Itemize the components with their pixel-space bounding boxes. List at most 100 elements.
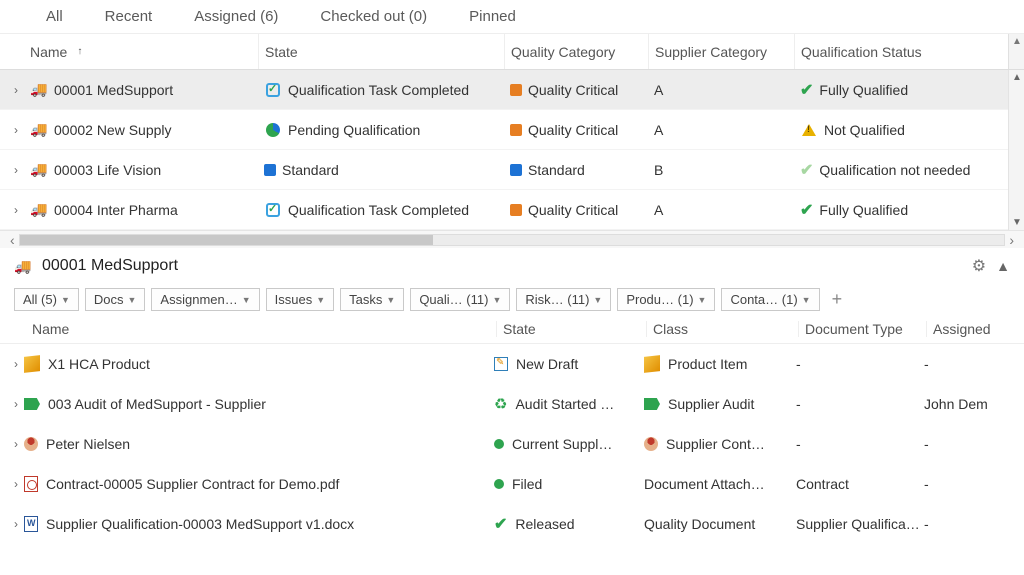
col-name[interactable]: Name ↑ xyxy=(24,34,258,69)
scroll-up-icon: ▲ xyxy=(1012,72,1022,83)
supplier-state: Qualification Task Completed xyxy=(288,82,469,98)
subtab-qualifications[interactable]: Quali… (11)▼ xyxy=(410,288,510,311)
scrollbar-thumb[interactable] xyxy=(20,235,434,245)
item-name: Supplier Qualification-00003 MedSupport … xyxy=(46,516,354,532)
expand-icon[interactable]: › xyxy=(8,437,24,451)
scroll-right-icon[interactable]: › xyxy=(1005,232,1018,248)
qualification-status: Fully Qualified xyxy=(819,82,908,98)
subtab-products[interactable]: Produ… (1)▼ xyxy=(617,288,715,311)
col-supplier-category[interactable]: Supplier Category xyxy=(648,34,794,69)
expand-icon[interactable]: › xyxy=(8,397,24,411)
detail-header: 🚚 00001 MedSupport ⚙ ▲ xyxy=(0,248,1024,284)
col-assigned[interactable]: Assigned xyxy=(926,321,1006,337)
tab-recent[interactable]: Recent xyxy=(105,8,153,25)
item-name: 003 Audit of MedSupport - Supplier xyxy=(48,396,266,412)
subtab-docs[interactable]: Docs▼ xyxy=(85,288,146,311)
qualification-status: Not Qualified xyxy=(824,122,905,138)
tab-checked-out[interactable]: Checked out (0) xyxy=(320,8,427,25)
chevron-down-icon: ▼ xyxy=(242,295,251,305)
status-icon: ✔ xyxy=(800,160,813,180)
expand-icon[interactable]: › xyxy=(8,83,24,97)
detail-sub-tabs: All (5)▼ Docs▼ Assignmen…▼ Issues▼ Tasks… xyxy=(0,284,1024,315)
col-quality-category[interactable]: Quality Category xyxy=(504,34,648,69)
supplier-row[interactable]: › 🚚00004 Inter Pharma Qualification Task… xyxy=(0,190,1024,230)
state-icon xyxy=(264,201,282,219)
vertical-scrollbar[interactable]: ▲ ▼ xyxy=(1008,70,1024,230)
chevron-down-icon: ▼ xyxy=(698,295,707,305)
qualification-status: Qualification not needed xyxy=(819,162,970,178)
item-class: Product Item xyxy=(668,356,747,372)
tag-icon xyxy=(644,398,660,410)
chevron-down-icon: ▼ xyxy=(61,295,70,305)
status-icon: ✔ xyxy=(800,200,813,220)
chevron-down-icon: ▼ xyxy=(128,295,137,305)
detail-row[interactable]: › Peter Nielsen Current Suppl… Supplier … xyxy=(0,424,1024,464)
detail-row[interactable]: › X1 HCA Product New Draft Product Item … xyxy=(0,344,1024,384)
expand-icon[interactable]: › xyxy=(8,517,24,531)
tab-assigned[interactable]: Assigned (6) xyxy=(194,8,278,25)
top-tab-strip: All Recent Assigned (6) Checked out (0) … xyxy=(0,0,1024,34)
detail-row[interactable]: › 003 Audit of MedSupport - Supplier ♻ Au… xyxy=(0,384,1024,424)
item-doctype: Supplier Qualifica… xyxy=(796,516,920,532)
detail-row[interactable]: › Contract-00005 Supplier Contract for D… xyxy=(0,464,1024,504)
add-tab-button[interactable]: + xyxy=(826,289,849,310)
item-name: X1 HCA Product xyxy=(48,356,150,372)
vertical-scrollbar[interactable]: ▲ xyxy=(1008,34,1024,69)
edit-icon xyxy=(494,357,508,371)
scroll-left-icon[interactable]: ‹ xyxy=(6,232,19,248)
item-class: Document Attach… xyxy=(644,476,765,492)
item-class: Supplier Audit xyxy=(668,396,754,412)
state-icon xyxy=(264,121,282,139)
gear-icon[interactable]: ⚙ xyxy=(972,256,986,276)
tab-all[interactable]: All xyxy=(46,8,63,25)
horizontal-scrollbar[interactable]: ‹ › xyxy=(0,230,1024,248)
supplier-category: B xyxy=(654,162,663,178)
status-dot-icon xyxy=(494,479,504,489)
col-class[interactable]: Class xyxy=(646,321,798,337)
status-dot-icon xyxy=(494,439,504,449)
status-icon xyxy=(800,121,818,139)
quality-color-icon xyxy=(510,164,522,176)
scrollbar-track[interactable] xyxy=(19,234,1006,246)
subtab-assignments[interactable]: Assignmen…▼ xyxy=(151,288,259,311)
item-name: Contract-00005 Supplier Contract for Dem… xyxy=(46,476,339,492)
supplier-row[interactable]: › 🚚00002 New Supply Pending Qualificatio… xyxy=(0,110,1024,150)
item-state: New Draft xyxy=(516,356,578,372)
item-state: Current Suppl… xyxy=(512,436,612,452)
expand-icon[interactable]: › xyxy=(8,477,24,491)
tab-pinned[interactable]: Pinned xyxy=(469,8,516,25)
supplier-name: 00002 New Supply xyxy=(54,122,172,138)
col-qualification-status[interactable]: Qualification Status xyxy=(794,34,984,69)
col-name[interactable]: Name xyxy=(26,321,496,337)
recycle-icon: ♻ xyxy=(494,395,507,413)
expand-icon[interactable]: › xyxy=(8,163,24,177)
subtab-risk[interactable]: Risk… (11)▼ xyxy=(516,288,611,311)
supplier-icon: 🚚 xyxy=(30,161,48,179)
expand-icon[interactable]: › xyxy=(8,123,24,137)
supplier-category: A xyxy=(654,82,663,98)
subtab-contacts[interactable]: Conta… (1)▼ xyxy=(721,288,819,311)
subtab-all[interactable]: All (5)▼ xyxy=(14,288,79,311)
quality-category: Quality Critical xyxy=(528,122,618,138)
col-state[interactable]: State xyxy=(496,321,646,337)
expand-icon[interactable]: › xyxy=(8,203,24,217)
subtab-tasks[interactable]: Tasks▼ xyxy=(340,288,404,311)
pdf-icon xyxy=(24,476,38,492)
detail-row[interactable]: › Supplier Qualification-00003 MedSuppor… xyxy=(0,504,1024,544)
product-icon xyxy=(24,355,40,373)
chevron-down-icon: ▼ xyxy=(386,295,395,305)
supplier-row[interactable]: › 🚚00003 Life Vision Standard Standard B… xyxy=(0,150,1024,190)
expand-icon[interactable]: › xyxy=(8,357,24,371)
supplier-name: 00001 MedSupport xyxy=(54,82,173,98)
quality-category: Quality Critical xyxy=(528,202,618,218)
collapse-icon[interactable]: ▲ xyxy=(996,258,1010,274)
col-state[interactable]: State xyxy=(258,34,504,69)
item-assigned: - xyxy=(924,476,929,492)
item-assigned: - xyxy=(924,356,929,372)
supplier-row[interactable]: › 🚚00001 MedSupport Qualification Task C… xyxy=(0,70,1024,110)
subtab-issues[interactable]: Issues▼ xyxy=(266,288,335,311)
chevron-down-icon: ▼ xyxy=(802,295,811,305)
item-state: Audit Started … xyxy=(515,396,614,412)
col-document-type[interactable]: Document Type xyxy=(798,321,926,337)
quality-color-icon xyxy=(510,124,522,136)
